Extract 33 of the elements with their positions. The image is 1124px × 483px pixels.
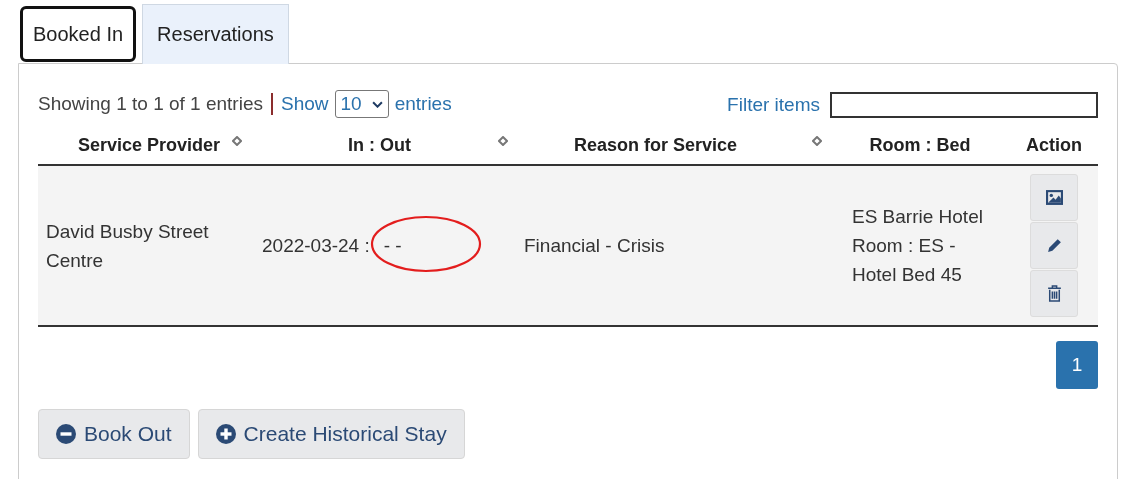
column-header: Reason for Service	[574, 134, 738, 156]
image-button[interactable]	[1030, 174, 1078, 221]
create-button[interactable]: Create Historical Stay	[197, 409, 465, 459]
edit-button[interactable]	[1030, 222, 1078, 269]
book-out-button[interactable]: Book Out	[38, 409, 190, 459]
page-button[interactable]: 1	[1056, 341, 1098, 389]
column-header: In : Out	[348, 134, 411, 156]
delete-button[interactable]	[1030, 270, 1078, 317]
entries-summary: Showing 1 to 1 of 1 entries	[38, 93, 263, 115]
image-icon	[1045, 190, 1063, 205]
column-header: Room : Bed	[869, 134, 971, 156]
table-cell-text: 2022-03-24 :	[262, 234, 370, 258]
trash-icon	[1046, 285, 1062, 302]
table-cell-text: - -	[383, 234, 402, 258]
table-cell: David Busby Street Centre	[46, 220, 209, 271]
page-size-select[interactable]: 10	[334, 90, 389, 118]
tab[interactable]: Reservations	[142, 4, 289, 64]
entries-label: entries	[394, 93, 452, 115]
minus-circle-icon	[56, 424, 76, 444]
column-header: Action	[1026, 134, 1082, 156]
pencil-icon	[1045, 237, 1063, 254]
show-label: Show	[281, 93, 329, 115]
plus-circle-icon	[215, 424, 236, 444]
sort-icon[interactable]	[812, 136, 822, 146]
chevron-down-icon	[371, 100, 383, 108]
column-header: Service Provider	[77, 134, 220, 156]
table-cell: ES Barrie Hotel Room : ES - Hotel Bed 45	[852, 206, 983, 285]
sort-icon[interactable]	[498, 136, 508, 146]
table-cell: Financial - Crisis	[524, 235, 665, 256]
tab[interactable]: Booked In	[20, 6, 137, 62]
sort-icon[interactable]	[232, 136, 242, 146]
filter-field[interactable]	[830, 92, 1098, 118]
filter-label: Filter items	[727, 94, 820, 116]
